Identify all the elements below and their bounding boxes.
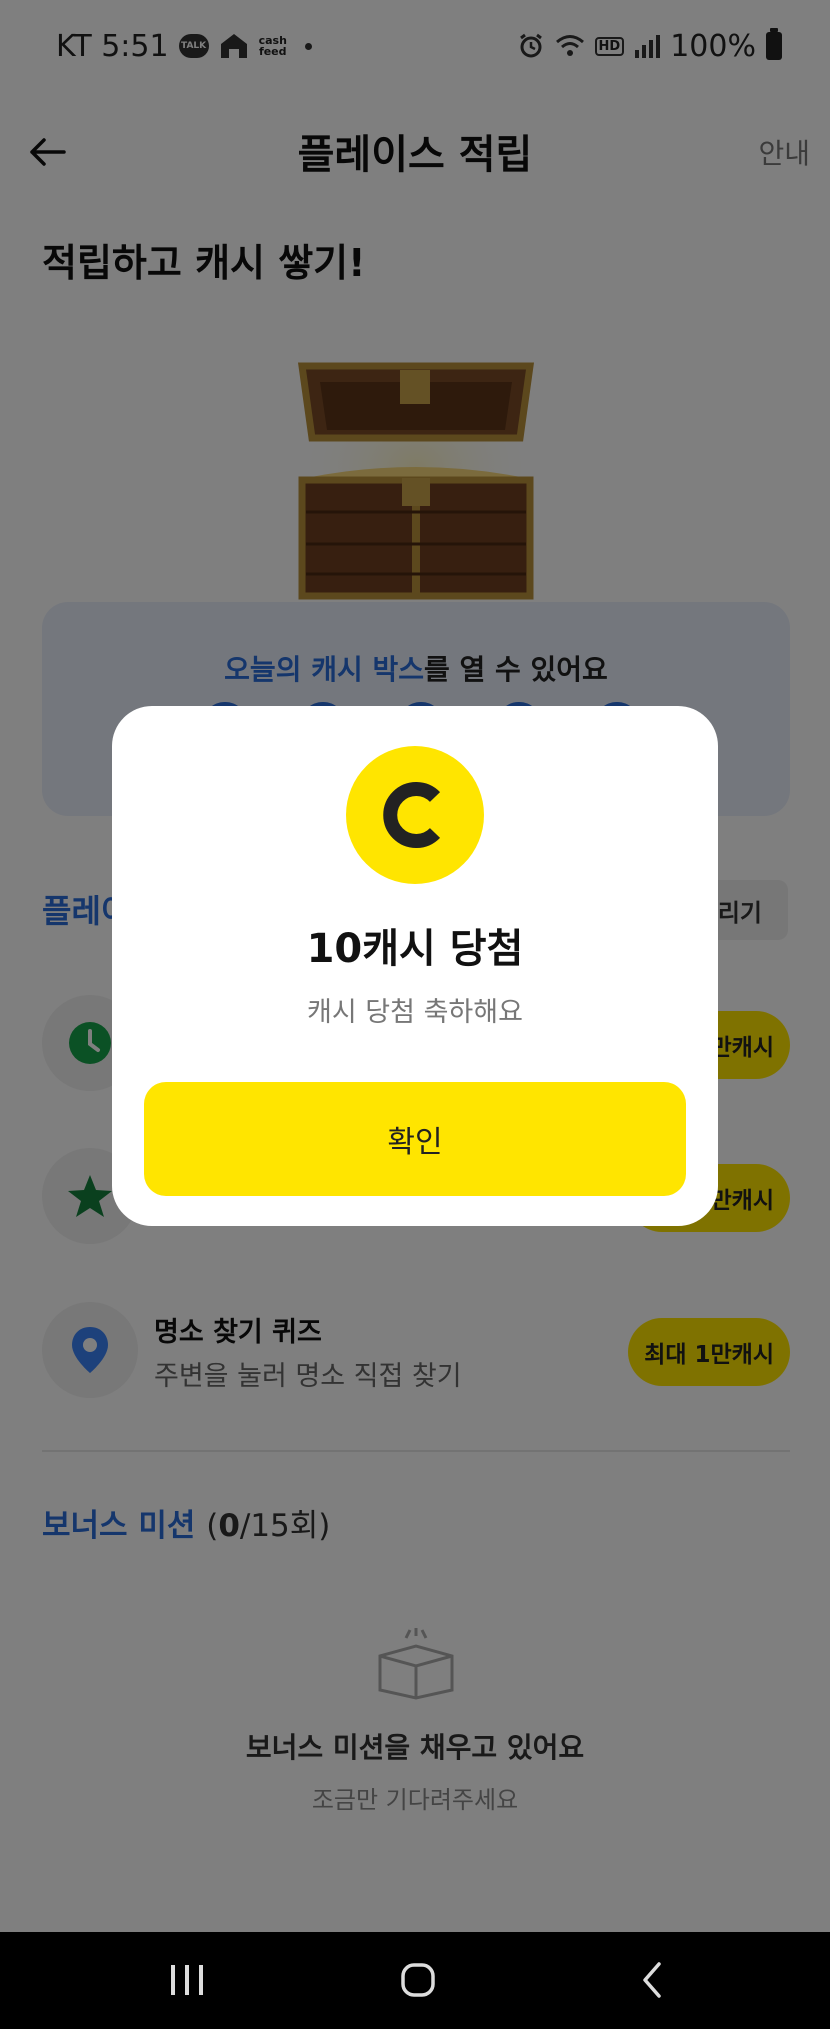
chevron-left-icon	[643, 1962, 661, 1998]
cash-coin-icon	[346, 746, 484, 884]
modal-title: 10캐시 당첨	[306, 926, 524, 972]
recent-apps-icon	[171, 1965, 203, 1995]
recent-apps-button[interactable]	[157, 1954, 217, 2006]
confirm-button[interactable]: 확인	[144, 1082, 686, 1196]
modal-subtitle: 캐시 당첨 축하해요	[307, 997, 523, 1028]
system-nav-bar	[0, 1932, 830, 2029]
home-circle-icon	[401, 1963, 435, 1997]
home-button[interactable]	[388, 1954, 448, 2006]
system-back-button[interactable]	[622, 1954, 682, 2006]
reward-modal: 10캐시 당첨 캐시 당첨 축하해요 확인	[112, 706, 718, 1226]
